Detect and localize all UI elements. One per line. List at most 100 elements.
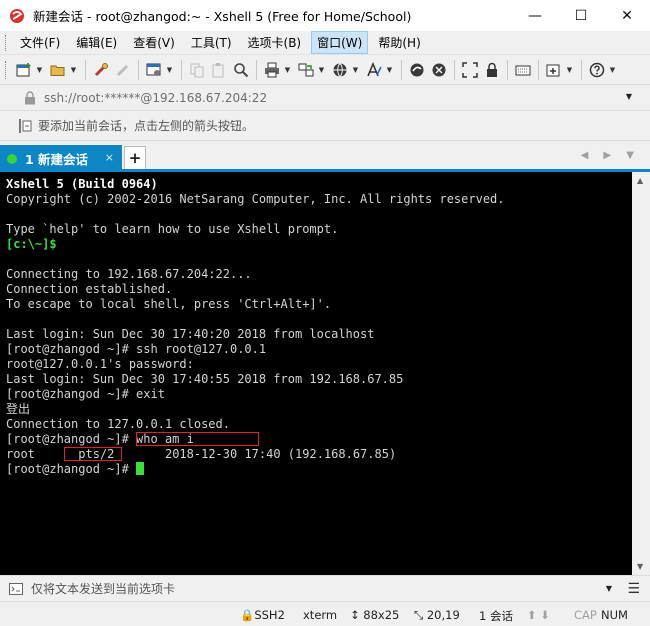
terminal-output[interactable]: Xshell 5 (Build 0964) Copyright (c) 2002…	[0, 172, 632, 575]
address-input[interactable]: ssh://root:******@192.168.67.204:22	[44, 91, 267, 105]
protocol-status: 🔒SSH2	[240, 608, 285, 622]
terminal-cursor	[136, 462, 145, 475]
scroll-down-icon[interactable]: ▼	[637, 562, 643, 571]
who-tty: pts/2	[78, 447, 115, 461]
terminal-line: Xshell 5 (Build 0964)	[6, 177, 158, 191]
cursor-position: ⤡ 20,19	[414, 608, 460, 622]
terminal-line: [root@zhangod ~]# exit	[6, 387, 165, 401]
menu-edit[interactable]: 编辑(E)	[70, 31, 123, 54]
copy-icon	[186, 59, 208, 81]
new-session-icon[interactable]	[13, 59, 35, 81]
menu-file[interactable]: 文件(F)	[14, 31, 66, 54]
scroll-up-icon[interactable]: ▲	[637, 176, 643, 185]
address-dropdown-icon[interactable]: ▼	[626, 92, 632, 101]
terminal-line: Last login: Sun Dec 30 17:40:20 2018 fro…	[6, 327, 375, 341]
minimize-button[interactable]: —	[512, 0, 558, 31]
reconnect-icon[interactable]	[90, 59, 112, 81]
compose-input[interactable]: 仅将文本发送到当前选项卡	[31, 580, 175, 597]
who-command-line: [root@zhangod ~]# who am i	[6, 432, 632, 447]
compose-icon[interactable]	[9, 582, 23, 595]
open-dropdown-icon[interactable]: ▼	[69, 66, 78, 74]
menu-tabs[interactable]: 选项卡(B)	[242, 31, 308, 54]
toolbar: ▼ ▼ ▼ ▼ ▼ ▼ ▼ ▼ ▼	[0, 55, 650, 85]
tab-navigation[interactable]: ◀ ▶ ▼	[581, 150, 640, 161]
caps-lock-indicator: CAP	[574, 608, 597, 622]
find-icon[interactable]	[230, 59, 252, 81]
resize-icon: ↕	[350, 608, 364, 622]
print-icon[interactable]	[261, 59, 283, 81]
tty-highlight: pts/2	[63, 447, 122, 461]
add-session-arrow-icon[interactable]	[18, 118, 32, 134]
tab-new-session[interactable]: 1 新建会话 ×	[0, 145, 122, 172]
font-dropdown-icon[interactable]: ▼	[385, 66, 394, 74]
disconnect-icon	[112, 59, 134, 81]
compose-bar[interactable]: 仅将文本发送到当前选项卡 ▼ ☰	[0, 575, 650, 601]
globe-icon[interactable]	[329, 59, 351, 81]
menu-grip[interactable]	[5, 34, 8, 51]
keyboard-icon[interactable]	[512, 59, 534, 81]
tab-close-icon[interactable]: ×	[105, 151, 114, 164]
status-bar: 🔒SSH2 xterm ↕ 88x25 ⤡ 20,19 1 会话 ⬆ ⬇ CAP…	[0, 601, 650, 626]
terminal-area[interactable]: Xshell 5 (Build 0964) Copyright (c) 2002…	[0, 172, 650, 575]
compose-menu-icon[interactable]: ☰	[627, 581, 640, 597]
session-nav-icon[interactable]: ⬆ ⬇	[527, 608, 550, 622]
globe-dropdown-icon[interactable]: ▼	[351, 66, 360, 74]
who-login-info: 2018-12-30 17:40 (192.168.67.85)	[164, 447, 397, 461]
close-button[interactable]: ✕	[604, 0, 650, 31]
title-bar: 新建会话 - root@zhangod:~ - Xshell 5 (Free f…	[0, 0, 650, 31]
xftp-icon[interactable]	[406, 59, 428, 81]
menu-bar: 文件(F) 编辑(E) 查看(V) 工具(T) 选项卡(B) 窗口(W) 帮助(…	[0, 31, 650, 55]
menu-help[interactable]: 帮助(H)	[372, 31, 426, 54]
terminal-line: Connection to 127.0.0.1 closed.	[6, 417, 230, 431]
paste-icon	[208, 59, 230, 81]
properties-icon[interactable]	[143, 59, 165, 81]
new-tab-icon[interactable]	[543, 59, 565, 81]
lock-screen-icon[interactable]	[481, 59, 503, 81]
fullscreen-icon[interactable]	[459, 59, 481, 81]
who-user: root	[6, 447, 35, 461]
who-command-highlight: who am i	[136, 432, 259, 446]
tab-bar: 1 新建会话 × + ◀ ▶ ▼	[0, 141, 650, 172]
who-command: who am i	[136, 432, 194, 446]
window-controls: — ☐ ✕	[512, 0, 650, 31]
terminal-line: Copyright (c) 2002-2016 NetSarang Comput…	[6, 192, 505, 206]
xshell-logo-icon	[10, 8, 24, 23]
properties-dropdown-icon[interactable]: ▼	[165, 66, 174, 74]
compose-dropdown-icon[interactable]: ▼	[606, 584, 612, 593]
terminal-line: [root@zhangod ~]# ssh root@127.0.0.1	[6, 342, 267, 356]
menu-view[interactable]: 查看(V)	[127, 31, 181, 54]
xmanager-icon[interactable]	[428, 59, 450, 81]
terminal-scrollbar[interactable]: ▲ ▼	[632, 172, 650, 575]
terminal-size: ↕ 88x25	[350, 608, 400, 622]
local-prompt: [c:\~]$	[6, 237, 57, 251]
address-bar[interactable]: ssh://root:******@192.168.67.204:22 ▼	[0, 85, 650, 111]
menu-tools[interactable]: 工具(T)	[185, 31, 238, 54]
print-dropdown-icon[interactable]: ▼	[283, 66, 292, 74]
tab-label: 1 新建会话	[25, 152, 89, 167]
add-tab-button[interactable]: +	[124, 146, 146, 170]
shell-prompt: [root@zhangod ~]#	[6, 432, 137, 446]
transfer-icon[interactable]	[295, 59, 317, 81]
maximize-button[interactable]: ☐	[558, 0, 604, 31]
lock-icon	[25, 90, 35, 104]
session-hint-text: 要添加当前会话，点击左侧的箭头按钮。	[38, 119, 255, 133]
new-tab-dropdown-icon[interactable]: ▼	[565, 66, 574, 74]
help-icon[interactable]	[586, 59, 608, 81]
terminal-line: Connecting to 192.168.67.204:22...	[6, 267, 252, 281]
current-prompt-line: [root@zhangod ~]#	[6, 462, 632, 477]
who-output-line: root pts/2 2018-12-30 17:40 (192.168.67.…	[6, 447, 632, 462]
terminal-line: Type `help' to learn how to use Xshell p…	[6, 222, 339, 236]
small-lock-icon: 🔒	[240, 608, 255, 622]
transfer-dropdown-icon[interactable]: ▼	[317, 66, 326, 74]
menu-window[interactable]: 窗口(W)	[311, 31, 369, 54]
cursor-position-icon: ⤡	[414, 608, 427, 622]
terminal-line: To escape to local shell, press 'Ctrl+Al…	[6, 297, 332, 311]
toolbar-grip[interactable]	[5, 60, 8, 79]
connected-status-icon	[7, 153, 17, 164]
font-icon[interactable]	[363, 59, 385, 81]
open-folder-icon[interactable]	[47, 59, 69, 81]
help-dropdown-icon[interactable]: ▼	[608, 66, 617, 74]
new-session-dropdown-icon[interactable]: ▼	[35, 66, 44, 74]
